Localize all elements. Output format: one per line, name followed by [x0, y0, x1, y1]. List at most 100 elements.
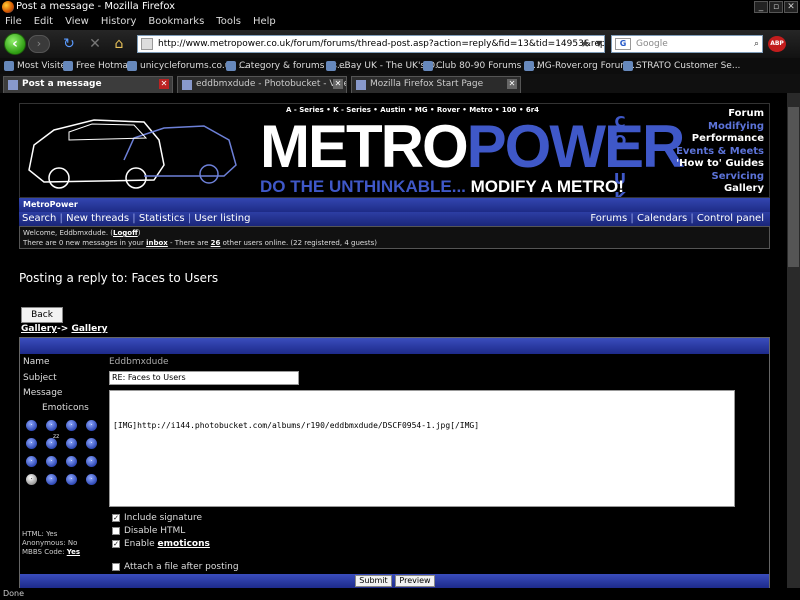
sleep-emoticon-icon[interactable]: ·	[46, 431, 59, 449]
link-user-listing[interactable]: User listing	[194, 213, 250, 224]
forum-link-bar: Search | New threads | Statistics | User…	[19, 212, 770, 226]
enable-emoticons-option[interactable]: ✓ Enable emoticons	[112, 539, 210, 549]
bookmarks-toolbar: Most Visited Free Hotmail unicycleforums…	[0, 58, 800, 74]
menu-help[interactable]: Help	[253, 14, 276, 30]
link-search[interactable]: Search	[22, 213, 56, 224]
include-signature-checkbox[interactable]: ✓	[112, 514, 120, 522]
home-icon[interactable]: ⌂	[111, 36, 127, 52]
tab-post-a-message[interactable]: Post a message ✕	[3, 76, 173, 93]
online-users-link[interactable]: 26	[211, 239, 221, 247]
logo-couk-letter: .	[617, 151, 623, 169]
evil-emoticon-icon[interactable]: ·	[86, 474, 97, 485]
disable-html-checkbox[interactable]	[112, 527, 120, 535]
back-arrow-icon[interactable]: ‹	[4, 33, 26, 55]
close-window-button[interactable]: ✕	[784, 1, 798, 13]
mbbs-rule: MBBS Code: Yes	[22, 548, 81, 556]
stop-icon[interactable]: ✕	[87, 36, 103, 52]
include-signature-option[interactable]: ✓ Include signature	[112, 513, 202, 523]
bookmark-item[interactable]: MG-Rover.org Forum...	[524, 58, 638, 74]
attach-file-checkbox[interactable]	[112, 563, 120, 571]
cry-emoticon-icon[interactable]: ·	[46, 474, 57, 485]
grin-emoticon-icon[interactable]: ·	[86, 420, 97, 431]
shock-emoticon-icon[interactable]: ·	[26, 438, 37, 449]
bookmark-item[interactable]: Free Hotmail	[63, 58, 133, 74]
logo-metro: METRO	[260, 113, 469, 180]
message-textarea[interactable]: [IMG]http://i144.photobucket.com/albums/…	[109, 390, 735, 507]
submit-button[interactable]: Submit	[355, 575, 392, 587]
banner-link-guides[interactable]: 'How to' Guides	[676, 158, 764, 171]
menu-tools[interactable]: Tools	[216, 14, 241, 30]
sad-emoticon-icon[interactable]: ·	[46, 420, 57, 431]
link-new-threads[interactable]: New threads	[66, 213, 129, 224]
tongue-emoticon-icon[interactable]: ·	[86, 438, 97, 449]
laugh-emoticon-icon[interactable]: ·	[86, 456, 97, 467]
breadcrumb-gallery-1[interactable]: Gallery	[21, 324, 57, 334]
banner-link-forum[interactable]: Forum	[676, 108, 764, 121]
breadcrumb-gallery-2[interactable]: Gallery	[71, 324, 107, 334]
search-engine-icon[interactable]: G	[615, 38, 631, 50]
tab-label: eddbmxdude - Photobucket - Video and...	[196, 79, 346, 89]
menu-history[interactable]: History	[101, 14, 137, 30]
page-viewport: A - Series • K - Series • Austin • MG • …	[0, 93, 787, 588]
page-title: Posting a reply to: Faces to Users	[19, 271, 219, 285]
enable-emoticons-checkbox[interactable]: ✓	[112, 540, 120, 548]
inbox-link[interactable]: inbox	[146, 239, 168, 247]
subject-field[interactable]: RE: Faces to Users	[109, 371, 299, 385]
close-tab-icon[interactable]: ✕	[333, 79, 343, 89]
site-identity-icon[interactable]	[141, 38, 153, 50]
html-rule: HTML: Yes	[22, 530, 58, 538]
smile-emoticon-icon[interactable]: ·	[26, 420, 37, 431]
scrollbar-thumb[interactable]	[788, 107, 799, 267]
maximize-button[interactable]: ▫	[769, 1, 783, 13]
include-signature-label: Include signature	[124, 513, 203, 523]
link-statistics[interactable]: Statistics	[139, 213, 185, 224]
cool-emoticon-icon[interactable]: ·	[66, 438, 77, 449]
menu-edit[interactable]: Edit	[34, 14, 53, 30]
search-input[interactable]: G Google ⌕	[611, 35, 763, 53]
menu-view[interactable]: View	[65, 14, 89, 30]
link-forums[interactable]: Forums	[590, 213, 627, 224]
url-bar[interactable]: http://www.metropower.co.uk/forum/forums…	[137, 35, 605, 53]
tab-firefox-start[interactable]: Mozilla Firefox Start Page ✕	[351, 76, 521, 93]
preview-button[interactable]: Preview	[395, 575, 435, 587]
url-text: http://www.metropower.co.uk/forum/forums…	[158, 39, 605, 49]
link-control-panel[interactable]: Control panel	[697, 213, 764, 224]
anonymous-rule: Anonymous: No	[22, 539, 78, 547]
blush-emoticon-icon[interactable]: ·	[66, 456, 77, 467]
ghost-emoticon-icon[interactable]: ·	[26, 474, 37, 485]
page-scrollbar[interactable]	[787, 93, 800, 588]
wink-emoticon-icon[interactable]: ·	[66, 420, 77, 431]
confused-emoticon-icon[interactable]: ·	[46, 456, 57, 467]
bookmark-star-icon[interactable]: ★	[580, 36, 590, 52]
emoticons-link[interactable]: emoticons	[158, 539, 210, 549]
close-tab-icon[interactable]: ✕	[159, 79, 169, 89]
link-calendars[interactable]: Calendars	[637, 213, 687, 224]
tab-photobucket[interactable]: eddbmxdude - Photobucket - Video and... …	[177, 76, 347, 93]
search-icon[interactable]: ⌕	[754, 36, 759, 52]
close-tab-icon[interactable]: ✕	[507, 79, 517, 89]
banner-link-modifying[interactable]: Modifying	[676, 121, 764, 134]
bookmark-item[interactable]: STRATO Customer Se...	[623, 58, 740, 74]
mbbs-code-link[interactable]: Yes	[67, 548, 80, 556]
minimize-button[interactable]: _	[754, 1, 768, 13]
navigation-toolbar: ‹ › ↻ ✕ ⌂ http://www.metropower.co.uk/fo…	[0, 30, 800, 58]
attach-file-option[interactable]: Attach a file after posting	[112, 562, 239, 572]
banner-link-servicing[interactable]: Servicing	[676, 171, 765, 184]
reload-icon[interactable]: ↻	[61, 36, 77, 52]
back-button[interactable]: Back	[21, 307, 63, 323]
angry-emoticon-icon[interactable]: ·	[26, 456, 37, 467]
banner-link-events[interactable]: Events & Meets	[676, 146, 764, 159]
menu-bookmarks[interactable]: Bookmarks	[148, 14, 204, 30]
adblock-icon[interactable]: ABP	[768, 36, 786, 52]
site-name-bar: MetroPower	[19, 198, 770, 212]
forward-arrow-icon[interactable]: ›	[28, 35, 50, 53]
bookmark-item[interactable]: Most Visited	[4, 58, 72, 74]
banner-link-gallery[interactable]: Gallery	[676, 183, 764, 196]
logoff-link[interactable]: Logoff	[113, 229, 138, 237]
url-dropdown-icon[interactable]: ▼	[596, 36, 602, 52]
menu-file[interactable]: File	[5, 14, 22, 30]
banner-link-performance[interactable]: Performance	[676, 133, 764, 146]
disable-html-option[interactable]: Disable HTML	[112, 526, 185, 536]
tab-favicon-icon	[356, 80, 366, 90]
eek-emoticon-icon[interactable]: ·	[66, 474, 77, 485]
